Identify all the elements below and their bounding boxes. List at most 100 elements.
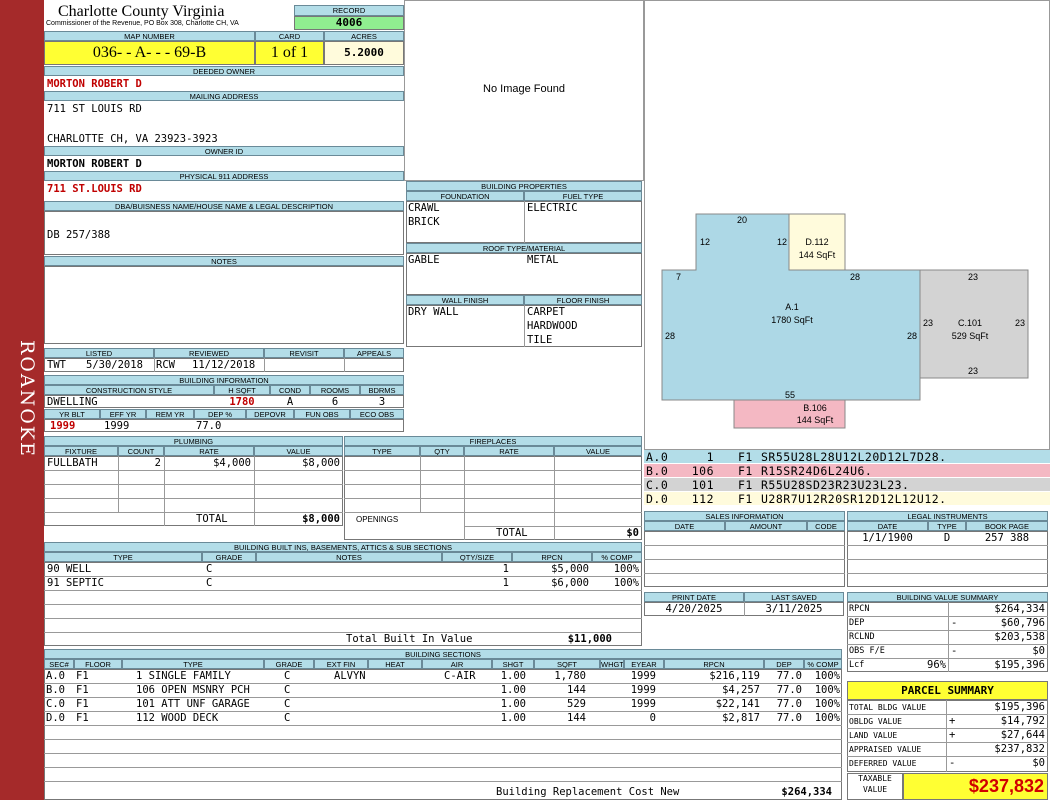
- vs-obs: $0: [1032, 645, 1045, 657]
- rate-value: $4,000: [213, 457, 251, 469]
- remyr-label: REM YR: [146, 409, 194, 419]
- cond-value: A: [286, 396, 294, 408]
- deeded-owner-label: DEEDED OWNER: [44, 66, 404, 76]
- listed-date: 5/30/2018: [86, 359, 143, 371]
- yrblt-label: YR BLT: [44, 409, 100, 419]
- listing-divider: [344, 358, 345, 372]
- vector-code: B.0: [646, 464, 669, 478]
- construction-style-label: CONSTRUCTION STYLE: [44, 385, 214, 395]
- deferred-value: $0: [1032, 757, 1045, 769]
- section-header-heat: HEAT: [368, 659, 422, 669]
- bi-row-comp: 100%: [613, 577, 639, 589]
- section-type: 112 WOOD DECK: [136, 712, 219, 724]
- vector-code: C.0: [646, 478, 669, 492]
- floor-finish-1: CARPET: [527, 306, 565, 318]
- legal-type: D: [943, 532, 951, 544]
- section-c-label: C.101: [957, 318, 983, 328]
- bdrms-label: BDRMS: [360, 385, 404, 395]
- col-line: [464, 456, 465, 540]
- deferred-label: DEFERRED VALUE: [849, 759, 917, 768]
- physical-address-label: PHYSICAL 911 ADDRESS: [44, 171, 404, 181]
- fp-value-header: VALUE: [554, 446, 642, 456]
- section-rpcn: $2,817: [722, 712, 760, 724]
- listing-divider: [264, 358, 265, 372]
- obv-label: OBLDG VALUE: [849, 717, 902, 726]
- taxable-label-2: VALUE: [862, 785, 888, 794]
- row-line: [44, 753, 842, 754]
- bi-row-qty: 1: [502, 577, 509, 589]
- fp-qty-header: QTY: [420, 446, 464, 456]
- land-value: $27,644: [1000, 729, 1045, 741]
- funobs-label: FUN OBS: [294, 409, 350, 419]
- taxable-label-1: TAXABLE: [858, 774, 892, 783]
- vector-vec: R15SR24D6L24U6.: [761, 464, 873, 478]
- vector-num: 112: [691, 492, 714, 506]
- fixture-value: FULLBATH: [47, 457, 98, 469]
- fixture-header: FIXTURE: [44, 446, 118, 456]
- vector-fl: F1: [738, 478, 753, 492]
- wall-finish: DRY WALL: [408, 306, 459, 318]
- section-grade: C: [284, 684, 291, 696]
- section-header-shgt: SHGT: [492, 659, 534, 669]
- section-sqft: 144: [567, 712, 586, 724]
- notes-box: [44, 266, 404, 344]
- section-b-label: B.106: [803, 403, 827, 413]
- dim-label: 55: [785, 390, 796, 400]
- section-comp: 100%: [814, 698, 840, 710]
- revisit-label: REVISIT: [264, 348, 344, 358]
- card-value: 1 of 1: [255, 41, 324, 65]
- section-air: C-AIR: [444, 670, 476, 682]
- finish-divider: [524, 305, 525, 347]
- sales-code-header: CODE: [807, 521, 845, 531]
- row-line: [44, 618, 642, 619]
- listed-label: LISTED: [44, 348, 154, 358]
- cond-label: COND: [270, 385, 310, 395]
- dim-label: 28: [665, 331, 676, 341]
- reviewed-by: RCW: [156, 359, 175, 371]
- mailing-line1: 711 ST LOUIS RD: [47, 103, 142, 115]
- section-sec: A.0: [46, 670, 65, 682]
- legal-book: 257 388: [984, 532, 1030, 544]
- parcel-summary-title: PARCEL SUMMARY: [847, 681, 1048, 700]
- building-info-label: BUILDING INFORMATION: [44, 375, 404, 385]
- section-shgt: 1.00: [500, 684, 526, 696]
- dim-label: 28: [907, 331, 918, 341]
- row-line: [44, 739, 842, 740]
- bi-qty-header: QTY/SIZE: [442, 552, 512, 562]
- vs-rpcn-label: RPCN: [849, 604, 870, 614]
- taxable-value: $237,832: [903, 773, 1048, 800]
- section-shgt: 1.00: [500, 670, 526, 682]
- record-value: 4006: [294, 16, 404, 30]
- legal-label: LEGAL INSTRUMENTS: [847, 511, 1048, 521]
- map-number-value: 036- - A- - - 69-B: [44, 41, 255, 65]
- count-value: 2: [154, 457, 161, 469]
- section-ext: ALVYN: [334, 670, 366, 682]
- building-info-row2: [44, 419, 404, 432]
- building-sketch: [661, 213, 1029, 429]
- section-a-label: A.1: [785, 302, 799, 312]
- foundation-2: BRICK: [408, 216, 440, 228]
- row-line: [344, 484, 642, 485]
- count-header: COUNT: [118, 446, 164, 456]
- section-comp: 100%: [814, 670, 840, 682]
- dba-label: DBA/BUISNESS NAME/HOUSE NAME & LEGAL DES…: [44, 201, 404, 211]
- row-line: [44, 590, 642, 591]
- section-grade: C: [284, 670, 291, 682]
- vector-code: A.0: [646, 450, 669, 464]
- reviewed-label: REVIEWED: [154, 348, 264, 358]
- foundation-1: CRAWL: [408, 202, 440, 214]
- bi-row-type: 91 SEPTIC: [47, 577, 104, 589]
- vs-lcf-label: Lcf: [849, 660, 865, 670]
- section-dep: 77.0: [776, 684, 802, 696]
- dep-label: DEP %: [194, 409, 246, 419]
- plumbing-total-label: TOTAL: [196, 513, 228, 525]
- brcn-total: $264,334: [781, 786, 832, 798]
- bi-rpcn-header: RPCN: [512, 552, 592, 562]
- ecoobs-label: ECO OBS: [350, 409, 404, 419]
- dim-label: 23: [1015, 318, 1026, 328]
- vector-num: 101: [691, 478, 714, 492]
- plumbing-total: $8,000: [302, 513, 340, 525]
- legal-book-header: BOOK PAGE: [966, 521, 1048, 531]
- effyr-label: EFF YR: [100, 409, 146, 419]
- dim-label: 12: [700, 237, 711, 247]
